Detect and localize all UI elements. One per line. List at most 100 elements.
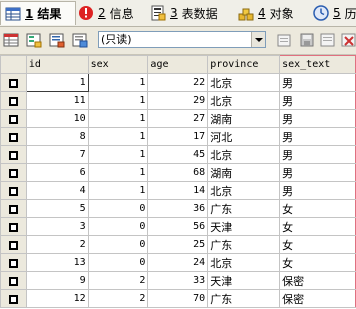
row-selector[interactable] (0, 163, 27, 182)
grid-view-icon[interactable] (3, 32, 19, 48)
table-row[interactable]: 13 0 24 北京女 (0, 253, 356, 272)
tab-table-data[interactable]: 3 表数据 (150, 2, 218, 24)
cell-age[interactable]: 45 (147, 145, 209, 164)
table-row[interactable]: 1 1 22 北京男 (0, 73, 356, 92)
cell-age[interactable]: 14 (147, 181, 209, 200)
row-selector[interactable] (0, 73, 27, 92)
row-selector[interactable] (0, 217, 27, 236)
cell-province[interactable]: 天津 (207, 271, 281, 290)
cell-sex[interactable]: 0 (87, 253, 149, 272)
cell-id[interactable]: 9 (25, 271, 89, 290)
refresh-icon[interactable] (320, 32, 336, 48)
cell-province[interactable]: 河北 (207, 127, 281, 146)
cell-age[interactable]: 56 (147, 217, 209, 236)
row-selector[interactable] (0, 289, 27, 308)
text-view-icon[interactable] (49, 32, 65, 48)
cell-sex-text[interactable]: 男 (279, 127, 356, 146)
cell-id[interactable]: 10 (25, 109, 89, 128)
tab-results[interactable]: 1 结果 (0, 1, 76, 25)
column-header-province[interactable]: province (207, 55, 281, 74)
cell-id[interactable]: 2 (25, 235, 89, 254)
cell-age[interactable]: 33 (147, 271, 209, 290)
cell-province[interactable]: 北京 (207, 91, 281, 110)
cell-sex[interactable]: 1 (87, 127, 149, 146)
cell-sex-text[interactable]: 保密 (279, 289, 356, 308)
row-selector[interactable] (0, 109, 27, 128)
cell-sex[interactable]: 2 (87, 271, 149, 290)
cell-sex[interactable]: 0 (87, 199, 149, 218)
cell-id[interactable]: 12 (25, 289, 89, 308)
cell-province[interactable]: 天津 (207, 217, 281, 236)
cell-province[interactable]: 广东 (207, 289, 281, 308)
cell-sex[interactable]: 0 (87, 235, 149, 254)
save-icon[interactable] (299, 32, 315, 48)
delete-row-icon[interactable] (341, 32, 356, 48)
cell-province[interactable]: 广东 (207, 199, 281, 218)
cell-id[interactable]: 6 (25, 163, 89, 182)
cell-sex-text[interactable]: 男 (279, 181, 356, 200)
column-header-sex-text[interactable]: sex_text (279, 55, 356, 74)
column-header-sex[interactable]: sex (87, 55, 149, 74)
cell-id[interactable]: 7 (25, 145, 89, 164)
row-selector[interactable] (0, 91, 27, 110)
row-selector[interactable] (0, 127, 27, 146)
cell-id[interactable]: 8 (25, 127, 89, 146)
table-row[interactable]: 12 2 70 广东 保密 (0, 289, 356, 308)
cell-id[interactable]: 3 (25, 217, 89, 236)
cell-age[interactable]: 25 (147, 235, 209, 254)
cell-id[interactable]: 1 (25, 73, 89, 92)
cell-age[interactable]: 29 (147, 91, 209, 110)
table-row[interactable]: 6 1 68 湖南男 (0, 163, 356, 182)
cell-sex-text[interactable]: 女 (279, 217, 356, 236)
cell-sex-text[interactable]: 女 (279, 199, 356, 218)
cell-sex-text[interactable]: 女 (279, 253, 356, 272)
table-row[interactable]: 5 0 36 广东女 (0, 199, 356, 218)
table-row[interactable]: 10 1 27 湖南男 (0, 109, 356, 128)
cell-id[interactable]: 11 (25, 91, 89, 110)
cell-sex[interactable]: 1 (87, 163, 149, 182)
cell-age[interactable]: 24 (147, 253, 209, 272)
form-view-icon[interactable] (26, 32, 42, 48)
table-row[interactable]: 3 0 56 天津女 (0, 217, 356, 236)
cell-sex-text[interactable]: 男 (279, 145, 356, 164)
cell-sex[interactable]: 1 (87, 73, 149, 92)
tab-objects[interactable]: 4 对象 (238, 2, 294, 24)
cell-sex[interactable]: 1 (87, 145, 149, 164)
row-selector[interactable] (0, 181, 27, 200)
tab-info[interactable]: 2 信息 (78, 2, 134, 24)
row-selector[interactable] (0, 199, 27, 218)
cell-province[interactable]: 北京 (207, 181, 281, 200)
cell-sex[interactable]: 2 (87, 289, 149, 308)
cell-id[interactable]: 5 (25, 199, 89, 218)
export-icon[interactable] (72, 32, 88, 48)
table-row[interactable]: 4 1 14 北京男 (0, 181, 356, 200)
cell-sex-text[interactable]: 女 (279, 235, 356, 254)
cell-id[interactable]: 4 (25, 181, 89, 200)
cell-age[interactable]: 27 (147, 109, 209, 128)
cell-sex-text[interactable]: 保密 (279, 271, 356, 290)
cell-age[interactable]: 22 (147, 73, 209, 92)
add-row-icon[interactable] (277, 32, 293, 48)
chevron-down-icon[interactable] (251, 32, 265, 47)
mode-select[interactable]: (只读) (98, 31, 266, 48)
cell-province[interactable]: 湖南 (207, 163, 281, 182)
cell-sex[interactable]: 1 (87, 91, 149, 110)
row-selector[interactable] (0, 253, 27, 272)
row-selector[interactable] (0, 271, 27, 290)
column-header-id[interactable]: id (25, 55, 89, 74)
cell-sex-text[interactable]: 男 (279, 163, 356, 182)
cell-sex-text[interactable]: 男 (279, 91, 356, 110)
cell-id[interactable]: 13 (25, 253, 89, 272)
cell-province[interactable]: 北京 (207, 73, 281, 92)
cell-age[interactable]: 70 (147, 289, 209, 308)
cell-province[interactable]: 北京 (207, 253, 281, 272)
table-row[interactable]: 9 2 33 天津 保密 (0, 271, 356, 290)
table-row[interactable]: 2 0 25 广东女 (0, 235, 356, 254)
table-row[interactable]: 7 1 45 北京男 (0, 145, 356, 164)
cell-province[interactable]: 广东 (207, 235, 281, 254)
cell-sex[interactable]: 1 (87, 181, 149, 200)
cell-province[interactable]: 北京 (207, 145, 281, 164)
cell-sex-text[interactable]: 男 (279, 109, 356, 128)
row-selector-header[interactable] (0, 55, 27, 74)
cell-sex[interactable]: 1 (87, 109, 149, 128)
